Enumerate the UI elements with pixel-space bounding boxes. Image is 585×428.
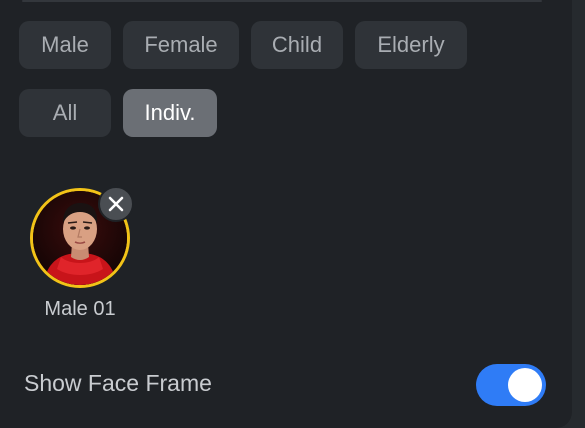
- filter-chip-elderly[interactable]: Elderly: [355, 21, 467, 69]
- show-face-frame-label: Show Face Frame: [24, 370, 212, 396]
- filter-chip-child[interactable]: Child: [251, 21, 343, 69]
- face-item[interactable]: [30, 186, 134, 288]
- filter-chip-all[interactable]: All: [19, 89, 111, 137]
- filter-chip-male[interactable]: Male: [19, 21, 111, 69]
- close-icon: [108, 196, 124, 212]
- face-filter-panel: Male Female Child Elderly All Indiv. Mal…: [0, 0, 572, 428]
- divider: [22, 0, 542, 2]
- filter-chip-individual[interactable]: Indiv.: [123, 89, 217, 137]
- toggle-knob: [508, 368, 542, 402]
- filter-chip-female[interactable]: Female: [123, 21, 239, 69]
- face-label: Male 01: [44, 298, 116, 320]
- show-face-frame-toggle[interactable]: [476, 364, 546, 406]
- remove-face-button[interactable]: [98, 186, 134, 222]
